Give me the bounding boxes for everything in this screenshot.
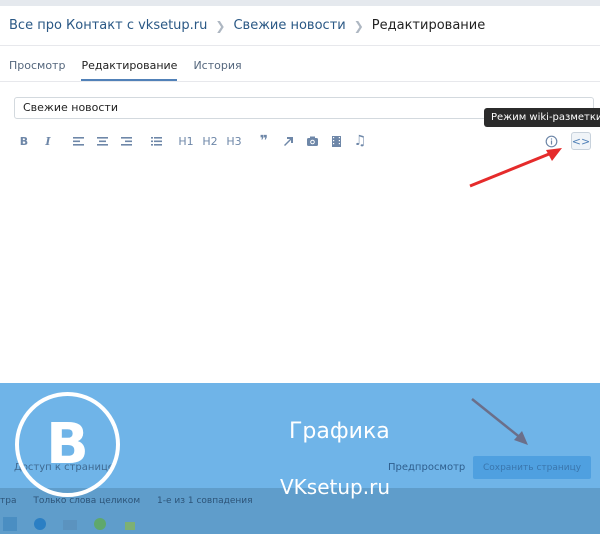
browser-icon[interactable] — [30, 515, 50, 533]
annotation-arrow-gray — [471, 398, 528, 445]
tab-bar: Просмотр Редактирование История — [0, 46, 600, 82]
tab-view[interactable]: Просмотр — [9, 59, 65, 81]
chrome-icon[interactable] — [90, 515, 110, 533]
watermark-overlay: Доступ к странице Предпросмотр Сохранить… — [0, 383, 600, 534]
bold-button[interactable]: B — [14, 132, 34, 150]
wiki-markup-toggle-button[interactable]: <> — [571, 132, 591, 150]
heading2-button[interactable]: H2 — [200, 132, 220, 150]
info-icon[interactable] — [541, 132, 561, 150]
vk-logo: B — [15, 392, 120, 497]
heading3-button[interactable]: H3 — [224, 132, 244, 150]
android-icon[interactable] — [120, 515, 140, 533]
preview-link[interactable]: Предпросмотр — [388, 462, 465, 473]
camera-icon[interactable] — [302, 132, 322, 150]
save-page-button[interactable]: Сохранить страницу — [473, 456, 591, 479]
folder-icon[interactable] — [60, 515, 80, 533]
editor-toolbar: B I H1 H2 H3 ❞ ♫ — [14, 132, 374, 150]
tab-history[interactable]: История — [193, 59, 241, 81]
filter-text-1: тра — [0, 496, 17, 506]
align-left-icon[interactable] — [68, 132, 88, 150]
heading1-button[interactable]: H1 — [176, 132, 196, 150]
editor-mode-tools: <> — [541, 132, 591, 150]
breadcrumb: Все про Контакт с vksetup.ru ❯ Свежие но… — [0, 6, 600, 46]
quote-icon[interactable]: ❞ — [254, 132, 274, 150]
list-icon[interactable] — [146, 132, 166, 150]
editor-area[interactable] — [0, 161, 600, 383]
chevron-right-icon: ❯ — [215, 18, 226, 33]
watermark-heading: Графика — [289, 419, 390, 444]
video-icon[interactable] — [326, 132, 346, 150]
align-center-icon[interactable] — [92, 132, 112, 150]
wiki-markup-tooltip: Режим wiki-разметки — [484, 108, 600, 127]
breadcrumb-current: Редактирование — [371, 18, 486, 33]
chevron-right-icon: ❯ — [353, 18, 364, 33]
breadcrumb-item-community[interactable]: Все про Контакт с vksetup.ru — [9, 18, 207, 33]
link-icon[interactable] — [278, 132, 298, 150]
tab-edit[interactable]: Редактирование — [81, 59, 178, 81]
watermark-site: VKsetup.ru — [280, 475, 390, 499]
italic-button[interactable]: I — [38, 132, 58, 150]
filter-whole-words[interactable]: Только слова целиком — [33, 496, 140, 506]
filter-match-count: 1-е из 1 совпадения — [156, 496, 253, 506]
taskbar-icons — [0, 515, 150, 533]
taskbar-app-icon[interactable] — [0, 515, 20, 533]
music-icon[interactable]: ♫ — [350, 132, 370, 150]
search-filters: тра Только слова целиком 1-е из 1 совпад… — [0, 496, 267, 506]
align-right-icon[interactable] — [116, 132, 136, 150]
breadcrumb-item-page[interactable]: Свежие новости — [233, 18, 345, 33]
